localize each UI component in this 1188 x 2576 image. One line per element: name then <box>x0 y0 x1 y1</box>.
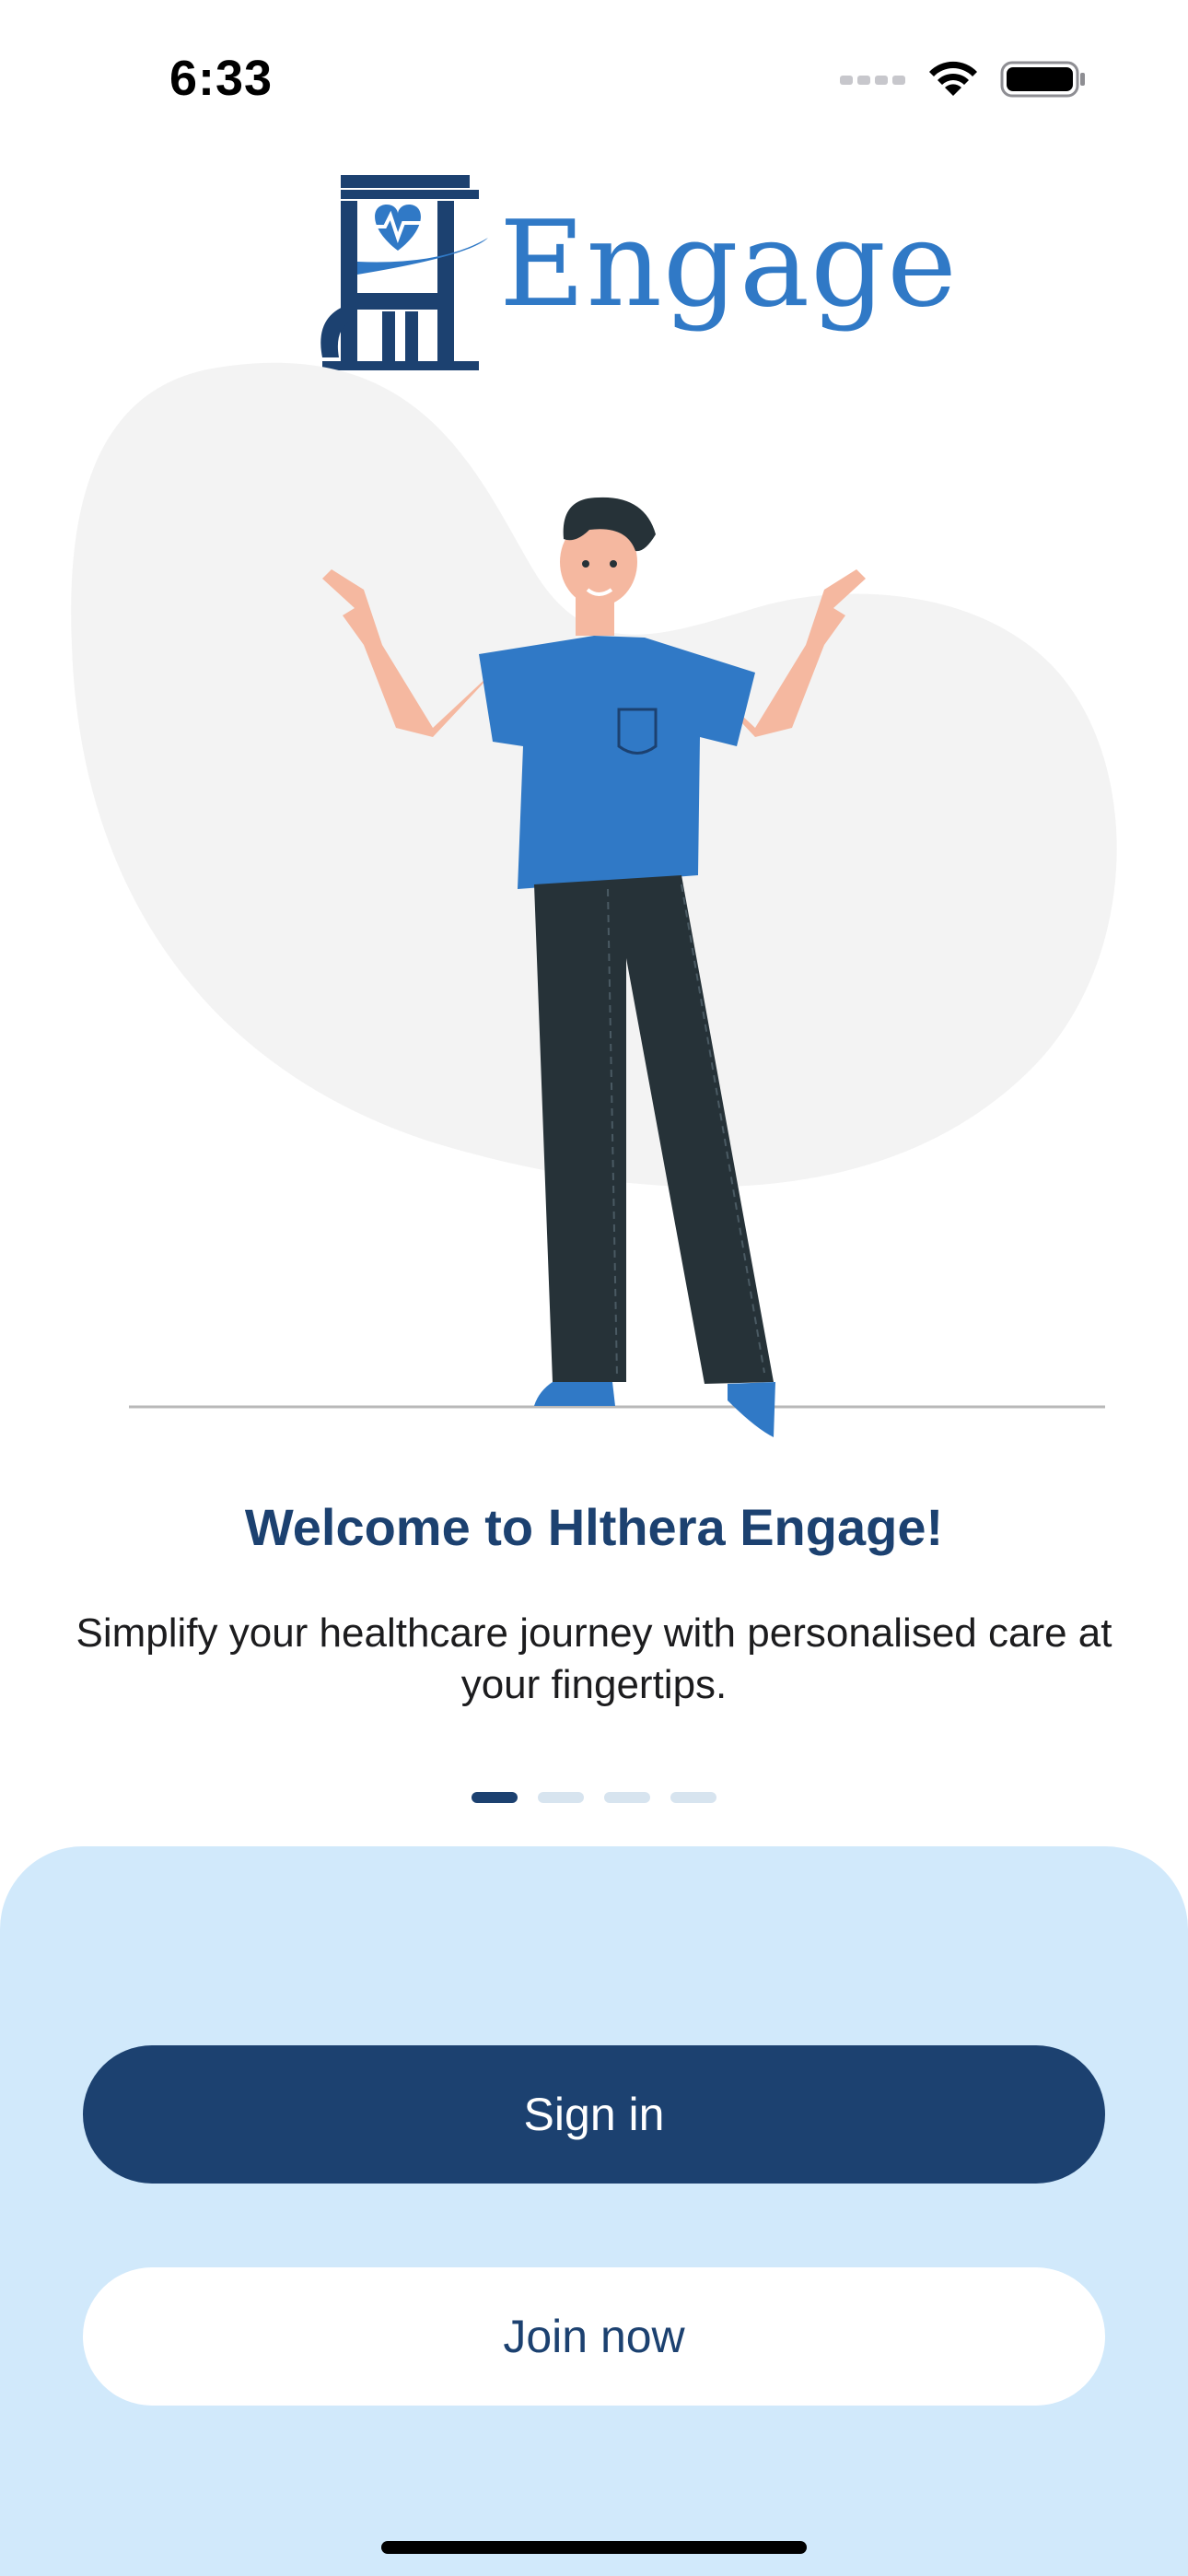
page-dot-3[interactable] <box>604 1792 650 1803</box>
status-icons <box>840 57 1087 101</box>
status-bar: 6:33 <box>0 0 1188 157</box>
hospital-heart-logo-icon <box>320 175 488 370</box>
app-logo: Engage <box>313 173 958 376</box>
page-dot-2[interactable] <box>538 1792 584 1803</box>
sign-in-button[interactable]: Sign in <box>83 2045 1105 2184</box>
battery-icon <box>1000 61 1085 98</box>
page-indicator[interactable] <box>472 1792 716 1803</box>
welcome-subtitle: Simplify your healthcare journey with pe… <box>76 1610 1112 1707</box>
status-time: 6:33 <box>169 51 274 106</box>
join-now-button[interactable]: Join now <box>83 2267 1105 2406</box>
page-dot-4[interactable] <box>670 1792 716 1803</box>
home-indicator[interactable] <box>381 2541 807 2554</box>
welcome-title: Welcome to Hlthera Engage! <box>244 1498 944 1556</box>
action-panel <box>0 1846 1188 2576</box>
page-dot-1[interactable] <box>472 1792 518 1803</box>
cellular-signal-icon <box>840 76 905 85</box>
welcome-illustration <box>71 362 1117 1437</box>
logo-text: Engage <box>499 196 958 334</box>
wifi-icon <box>929 61 977 96</box>
